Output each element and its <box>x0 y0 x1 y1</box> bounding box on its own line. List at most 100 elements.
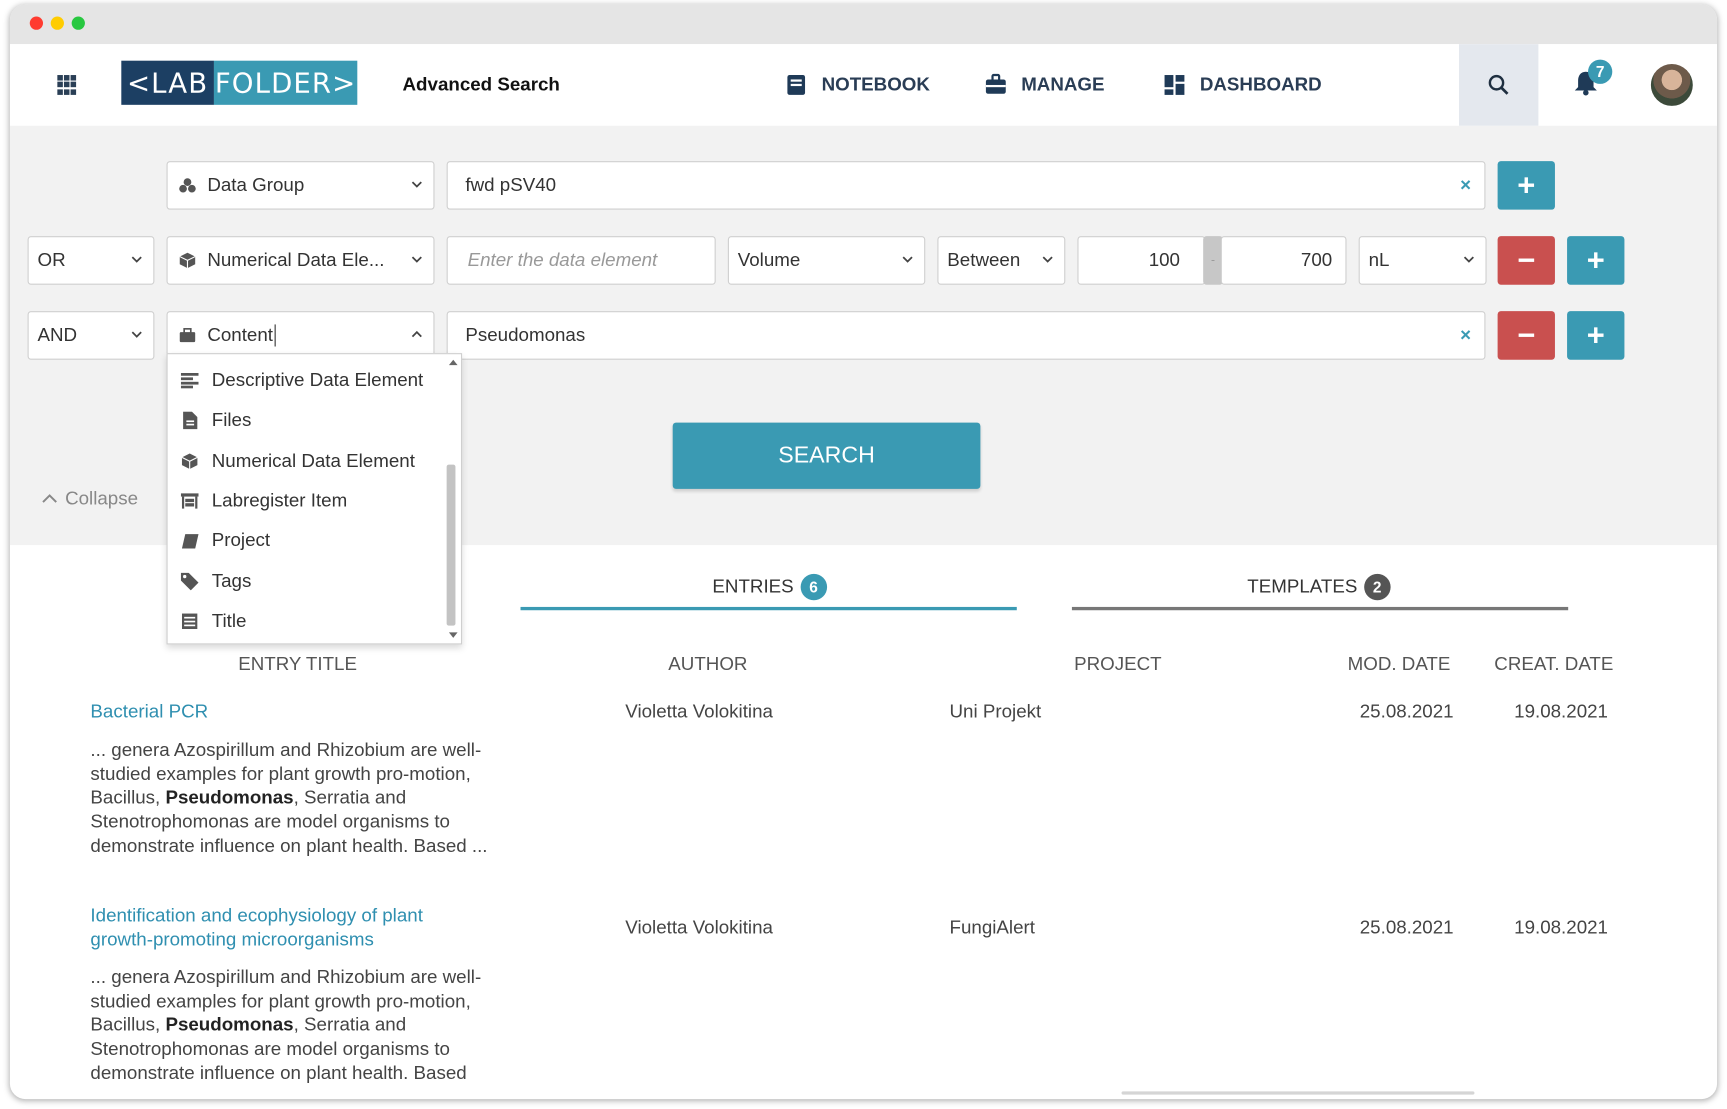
labregister-icon <box>180 493 199 509</box>
top-navbar: <LAB FOLDER> Advanced Search NOTEBOOK MA… <box>9 44 1718 126</box>
cube-icon <box>181 452 199 470</box>
entry-author: Violetta Volokitina <box>625 700 773 722</box>
col-author[interactable]: AUTHOR <box>668 653 747 675</box>
clear-row1-icon[interactable]: × <box>1460 174 1471 196</box>
entry-title-link[interactable]: Identification and ecophysiology of plan… <box>90 904 422 953</box>
option-label: Files <box>211 409 252 431</box>
tab-entries-label: ENTRIES <box>712 576 794 597</box>
maximize-window-button[interactable] <box>71 16 85 30</box>
nav-dashboard-label: DASHBOARD <box>1199 73 1322 95</box>
range-min-input[interactable]: 100 <box>1077 236 1206 285</box>
comparison-select[interactable]: Between <box>937 236 1066 285</box>
add-row1-button[interactable]: + <box>1497 161 1555 210</box>
entry-project[interactable]: FungiAlert <box>950 917 1035 939</box>
chevron-down-icon <box>411 181 422 188</box>
row1-value-text: fwd pSV40 <box>465 174 557 196</box>
dropdown-scrollbar[interactable] <box>446 354 459 641</box>
search-icon <box>1488 74 1509 95</box>
nav-notebook-label: NOTEBOOK <box>821 73 930 95</box>
col-mod-date[interactable]: MOD. DATE <box>1348 653 1451 675</box>
window-titlebar <box>9 4 1718 45</box>
option-numerical-data-element[interactable]: Numerical Data Element <box>168 441 444 481</box>
tag-icon <box>180 572 199 591</box>
entry-creat-date: 19.08.2021 <box>1514 700 1608 722</box>
entry-author: Violetta Volokitina <box>625 917 773 938</box>
minimize-window-button[interactable] <box>50 16 64 30</box>
field-type-dropdown: Descriptive Data Element Files Numerical… <box>166 353 463 645</box>
option-tags[interactable]: Tags <box>168 562 444 602</box>
entry-snippet: ... genera Azospirillum and Rhizobium ar… <box>90 966 509 1086</box>
option-project[interactable]: Project <box>168 521 444 561</box>
remove-row3-button[interactable]: − <box>1497 311 1555 360</box>
nav-dashboard[interactable]: DASHBOARD <box>1162 73 1322 97</box>
collapse-label: Collapse <box>65 487 139 509</box>
labfolder-logo[interactable]: <LAB FOLDER> <box>121 60 358 105</box>
align-left-icon <box>180 372 199 389</box>
row3-operator-select[interactable]: AND <box>27 311 155 360</box>
comparison-label: Between <box>947 249 1021 271</box>
title-icon <box>181 613 199 629</box>
col-project[interactable]: PROJECT <box>1074 653 1162 675</box>
search-button[interactable]: SEARCH <box>672 422 981 489</box>
book-icon <box>181 532 199 549</box>
briefcase-icon <box>985 73 1006 94</box>
nav-notebook[interactable]: NOTEBOOK <box>784 73 930 97</box>
row2-field-select[interactable]: Numerical Data Ele... <box>166 236 435 285</box>
horizontal-scrollbar[interactable] <box>1121 1091 1475 1095</box>
row2-field-label: Numerical Data Ele... <box>207 249 385 271</box>
clear-row3-icon[interactable]: × <box>1460 324 1471 346</box>
chevron-down-icon <box>902 256 913 263</box>
add-row2-button[interactable]: + <box>1567 236 1625 285</box>
option-labregister-item[interactable]: Labregister Item <box>168 481 444 521</box>
col-creat-date[interactable]: CREAT. DATE <box>1494 653 1613 675</box>
row3-value-input[interactable]: Pseudomonas × <box>446 311 1486 360</box>
collapse-toggle[interactable]: Collapse <box>41 488 138 510</box>
unit-select[interactable]: nL <box>1358 236 1487 285</box>
row3-operator-label: AND <box>37 324 78 346</box>
option-label: Tags <box>211 570 252 592</box>
option-descriptive-data-element[interactable]: Descriptive Data Element <box>168 361 444 401</box>
entry-mod-date: 25.08.2021 <box>1359 700 1454 722</box>
entries-count-badge: 6 <box>800 573 827 601</box>
entry-title-line: Bacterial PCR <box>90 700 209 722</box>
remove-row2-button[interactable]: − <box>1497 236 1555 285</box>
chevron-down-icon <box>1463 256 1474 263</box>
data-element-input[interactable]: Enter the data element <box>446 236 716 285</box>
tab-entries[interactable]: ENTRIES 6 <box>712 573 827 601</box>
option-label: Labregister Item <box>211 489 348 511</box>
entry-snippet: ... genera Azospirillum and Rhizobium ar… <box>90 738 509 858</box>
app-window: <LAB FOLDER> Advanced Search NOTEBOOK MA… <box>9 4 1718 1100</box>
range-max-value: 700 <box>1300 249 1333 271</box>
user-avatar[interactable] <box>1650 64 1693 106</box>
range-max-input[interactable]: 700 <box>1220 236 1347 285</box>
notebook-icon <box>787 75 806 95</box>
dashboard-icon <box>1164 75 1185 95</box>
option-label: Title <box>211 610 247 632</box>
global-search-button[interactable] <box>1459 44 1539 126</box>
row1-field-select[interactable]: Data Group <box>166 161 435 210</box>
quantity-select[interactable]: Volume <box>727 236 926 285</box>
row2-operator-label: OR <box>37 249 66 271</box>
option-files[interactable]: Files <box>168 401 444 441</box>
chevron-down-icon <box>411 256 422 263</box>
option-label: Numerical Data Element <box>211 450 415 472</box>
cube-icon <box>179 252 197 270</box>
option-label: Descriptive Data Element <box>211 369 424 391</box>
quantity-label: Volume <box>737 249 801 271</box>
tab-templates[interactable]: TEMPLATES 2 <box>1247 573 1391 601</box>
chevron-down-icon <box>131 331 142 338</box>
row3-value-text: Pseudomonas <box>465 324 586 346</box>
nav-manage[interactable]: MANAGE <box>984 73 1105 97</box>
entry-title-line: growth-promoting microorganisms <box>90 929 374 951</box>
text-cursor <box>274 324 276 347</box>
row2-operator-select[interactable]: OR <box>27 236 155 285</box>
row1-value-input[interactable]: fwd pSV40 × <box>446 161 1486 210</box>
entry-project[interactable]: Uni Projekt <box>950 701 1042 723</box>
add-row3-button[interactable]: + <box>1567 311 1625 360</box>
col-entry-title[interactable]: ENTRY TITLE <box>238 653 357 675</box>
option-title[interactable]: Title <box>168 601 444 641</box>
close-window-button[interactable] <box>29 16 44 30</box>
data-element-placeholder: Enter the data element <box>467 249 658 271</box>
apps-grid-icon[interactable] <box>57 75 77 95</box>
entry-title-link[interactable]: Bacterial PCR <box>90 700 208 724</box>
